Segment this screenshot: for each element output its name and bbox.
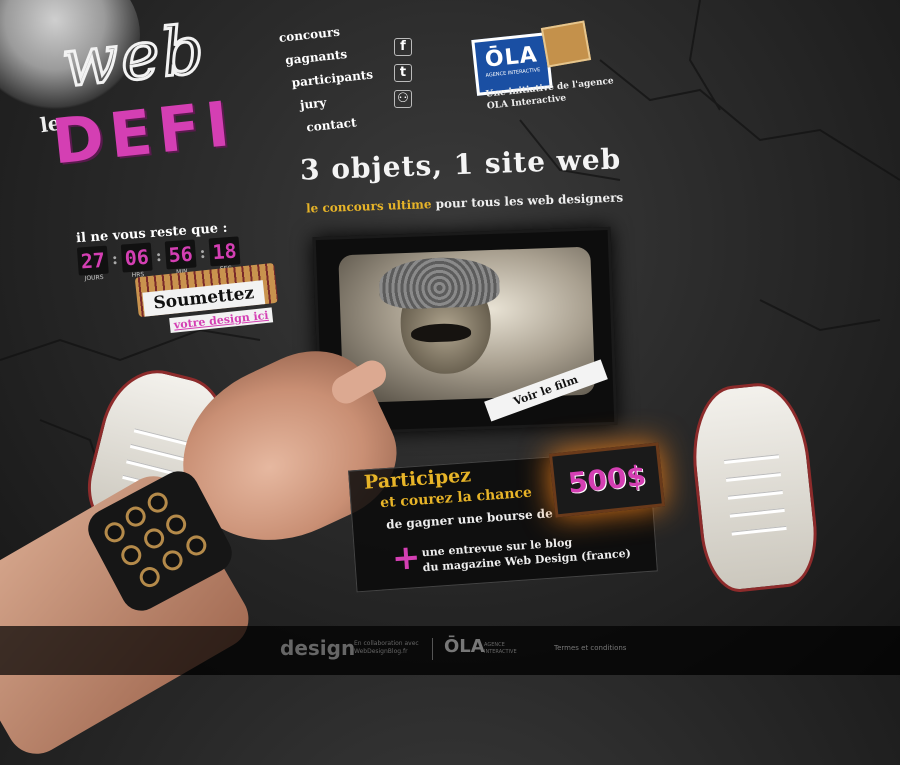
people-icon[interactable]: ⚇ [394, 90, 412, 108]
footer-collab-line2: WebDesignBlog.fr [354, 648, 408, 655]
nav-contact[interactable]: contact [306, 113, 379, 134]
footer-collab: En collaboration avec WebDesignBlog.fr [354, 640, 419, 656]
footer-collab-line1: En collaboration avec [354, 640, 419, 647]
footer-agence-line2: INTERACTIVE [484, 649, 517, 655]
countdown-hours: 06 HRS [120, 242, 153, 280]
footer-agence-line1: AGENCE [484, 642, 505, 648]
plus-icon: + [390, 537, 422, 579]
prize-badge: 500$ [548, 442, 666, 518]
footer-ola-logo[interactable]: ŌLA [444, 636, 485, 657]
main-nav: concours gagnants participants jury cont… [278, 22, 379, 146]
matchbox-decoration [540, 20, 592, 68]
shower-cap [378, 255, 501, 310]
facebook-icon[interactable]: f [394, 38, 412, 56]
footer-agence: AGENCE INTERACTIVE [484, 642, 517, 656]
footer-design-logo[interactable]: design [280, 636, 355, 660]
nav-participants[interactable]: participants [291, 67, 374, 89]
countdown-days: 27 JOURS [76, 245, 109, 283]
logo-web: web [57, 9, 211, 104]
nav-jury[interactable]: jury [299, 90, 376, 112]
footer-divider [432, 638, 433, 660]
footer-terms-link[interactable]: Termes et conditions [554, 644, 626, 652]
prize-amount: 500$ [566, 459, 648, 500]
nav-gagnants[interactable]: gagnants [285, 45, 372, 67]
twitter-icon[interactable]: t [394, 64, 412, 82]
social-links: f t ⚇ [394, 38, 412, 116]
